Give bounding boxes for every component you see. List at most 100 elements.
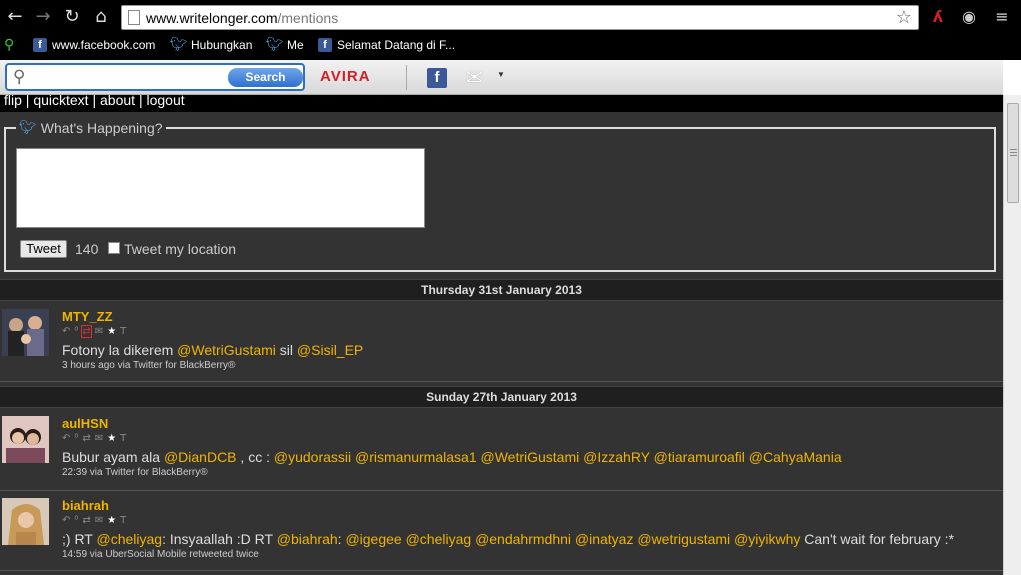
tweet-location-checkbox[interactable] — [108, 242, 120, 254]
tweet-location-label: Tweet my location — [124, 241, 237, 257]
mail-icon[interactable]: ✉ — [466, 67, 494, 87]
address-bar[interactable]: www.writelonger.com/mentions ☆ — [121, 5, 919, 30]
tweet-text-segment: sil — [275, 342, 297, 358]
tweet-username[interactable]: MTY_ZZ — [62, 309, 113, 324]
retweet-icon[interactable]: ⇄ — [82, 515, 90, 526]
browser-toolbar: ← → ↻ ⌂ www.writelonger.com/mentions ☆ ʎ… — [0, 0, 1021, 34]
tweet-text-segment: : Insyaallah :D RT — [162, 531, 277, 547]
mention-link[interactable]: @DianDCB — [164, 449, 237, 465]
mention-link[interactable]: @IzzahRY — [583, 449, 650, 465]
tweet-item: aulHSN ↶ ⁰ ⇄ ✉ ★ T Bubur ayam ala @DianD… — [0, 409, 1003, 491]
mention-link[interactable]: @yudorassii — [274, 449, 351, 465]
nav-link-quicktext[interactable]: quicktext — [33, 95, 88, 108]
bookmark-label: www.facebook.com — [52, 38, 156, 52]
bookmark-hubungkan[interactable]: 🐦︎ Hubungkan — [170, 36, 252, 54]
tweet-text-segment: Bubur ayam ala — [62, 449, 164, 465]
search-button[interactable]: Search — [228, 68, 303, 87]
tweet-text: Bubur ayam ala @DianDCB , cc : @yudorass… — [62, 449, 842, 465]
bookmark-label: Hubungkan — [191, 38, 253, 52]
page-content: flip | quicktext | about | logout 🐦︎ Wha… — [0, 95, 1003, 575]
direct-message-icon[interactable]: ✉ — [95, 326, 103, 337]
compose-legend: 🐦︎ What's Happening? — [16, 120, 166, 136]
home-icon[interactable]: ⌂ — [90, 6, 112, 28]
mention-link[interactable]: @Sisil_EP — [297, 342, 363, 358]
nav-link-about[interactable]: about — [100, 95, 135, 108]
toolbar-divider — [406, 65, 407, 90]
tweet-text-segment: Can't wait for february :* — [800, 531, 955, 547]
url-text[interactable]: www.writelonger.com/mentions — [146, 10, 338, 26]
mention-link[interactable]: @igegee — [345, 531, 401, 547]
chevron-down-icon[interactable]: ▼ — [497, 70, 505, 79]
reply-icon[interactable]: ↶ — [62, 515, 70, 526]
tweet-username[interactable]: aulHSN — [62, 416, 108, 431]
tweet-text: Fotony la dikerem @WetriGustami sil @Sis… — [62, 342, 363, 358]
reply-icon[interactable]: ↶ — [62, 326, 70, 337]
tweet-text-segment: ;) RT — [62, 531, 97, 547]
mention-link[interactable]: @cheliyag — [97, 531, 163, 547]
mention-link[interactable]: @biahrah — [277, 531, 338, 547]
avatar[interactable] — [2, 416, 49, 463]
privacy-extension-icon[interactable]: ◉ — [958, 7, 980, 27]
search-bookmark-icon[interactable]: ⚲ — [4, 36, 14, 54]
conversation-icon[interactable]: ⁰ — [74, 515, 78, 526]
top-nav: flip | quicktext | about | logout — [0, 95, 1003, 112]
bookmark-label: Selamat Datang di F... — [337, 38, 456, 52]
page-icon — [128, 10, 140, 25]
mention-link[interactable]: @cheliyag — [406, 531, 472, 547]
mention-link[interactable]: @rismanurmalasa1 — [355, 449, 477, 465]
mention-link[interactable]: @CahyaMania — [749, 449, 842, 465]
mention-link[interactable]: @wetrigustami — [637, 531, 730, 547]
tweet-button[interactable]: Tweet — [20, 240, 67, 258]
twitter-bird-icon: 🐦︎ — [19, 120, 37, 136]
vertical-scrollbar[interactable] — [1003, 95, 1021, 575]
facebook-icon[interactable]: f — [427, 68, 447, 88]
conversation-icon[interactable]: ⁰ — [74, 326, 78, 337]
direct-message-icon[interactable]: ✉ — [95, 433, 103, 444]
avatar[interactable] — [2, 498, 49, 545]
tweet-actions: ↶ ⁰ ⇄ ✉ ★ T — [62, 325, 126, 338]
tweet-textarea[interactable] — [16, 148, 425, 228]
forward-icon[interactable]: → — [32, 6, 54, 28]
translate-icon[interactable]: T — [120, 433, 126, 444]
bookmark-selamat-datang[interactable]: f Selamat Datang di F... — [318, 36, 455, 54]
favorite-icon[interactable]: ★ — [107, 515, 116, 526]
avira-logo[interactable]: AVIRA — [320, 68, 371, 85]
favorite-icon[interactable]: ★ — [107, 433, 116, 444]
extension-toolbar: ⚲ Search AVIRA f ✉ ▼ — [0, 60, 1021, 95]
bookmark-facebook[interactable]: f www.facebook.com — [33, 36, 155, 54]
retweet-icon[interactable]: ⇄ — [82, 433, 90, 444]
mention-link[interactable]: @tiaramuroafil — [654, 449, 745, 465]
tweet-text: ;) RT @cheliyag: Insyaallah :D RT @biahr… — [62, 531, 954, 547]
bookmark-me[interactable]: 🐦︎ Me — [266, 36, 304, 54]
favorite-icon[interactable]: ★ — [107, 326, 116, 337]
search-icon: ⚲ — [13, 67, 26, 87]
avira-extension-icon[interactable]: ʎ — [927, 7, 949, 27]
tweet-username[interactable]: biahrah — [62, 498, 109, 513]
mention-link[interactable]: @WetriGustami — [177, 342, 276, 358]
reply-icon[interactable]: ↶ — [62, 433, 70, 444]
retweet-icon[interactable]: ⇄ — [81, 325, 92, 338]
mention-link[interactable]: @endahrmdhni — [475, 531, 571, 547]
avatar[interactable] — [2, 309, 49, 356]
nav-link-logout[interactable]: logout — [146, 95, 184, 108]
nav-link-flip[interactable]: flip — [4, 95, 22, 108]
tweet-item: MTY_ZZ ↶ ⁰ ⇄ ✉ ★ T Fotony la dikerem @We… — [0, 302, 1003, 382]
tweet-meta: 22:39 via Twitter for BlackBerry® — [62, 467, 208, 478]
mention-link[interactable]: @inatyaz — [575, 531, 634, 547]
mention-link[interactable]: @yiyikwhy — [734, 531, 800, 547]
translate-icon[interactable]: T — [120, 326, 126, 337]
direct-message-icon[interactable]: ✉ — [95, 515, 103, 526]
facebook-icon: f — [33, 38, 47, 52]
tweet-item: biahrah ↶ ⁰ ⇄ ✉ ★ T ;) RT @cheliyag: Ins… — [0, 491, 1003, 571]
bookmark-star-icon[interactable]: ☆ — [896, 7, 912, 28]
mention-link[interactable]: @WetriGustami — [481, 449, 580, 465]
scrollbar-thumb[interactable] — [1007, 103, 1019, 203]
translate-icon[interactable]: T — [120, 515, 126, 526]
twitter-icon: 🐦︎ — [266, 37, 284, 53]
search-input[interactable] — [37, 67, 227, 87]
conversation-icon[interactable]: ⁰ — [74, 433, 78, 444]
twitter-icon: 🐦︎ — [170, 37, 188, 53]
menu-icon[interactable]: ≡ — [991, 7, 1013, 27]
reload-icon[interactable]: ↻ — [61, 6, 83, 28]
back-icon[interactable]: ← — [4, 6, 26, 28]
